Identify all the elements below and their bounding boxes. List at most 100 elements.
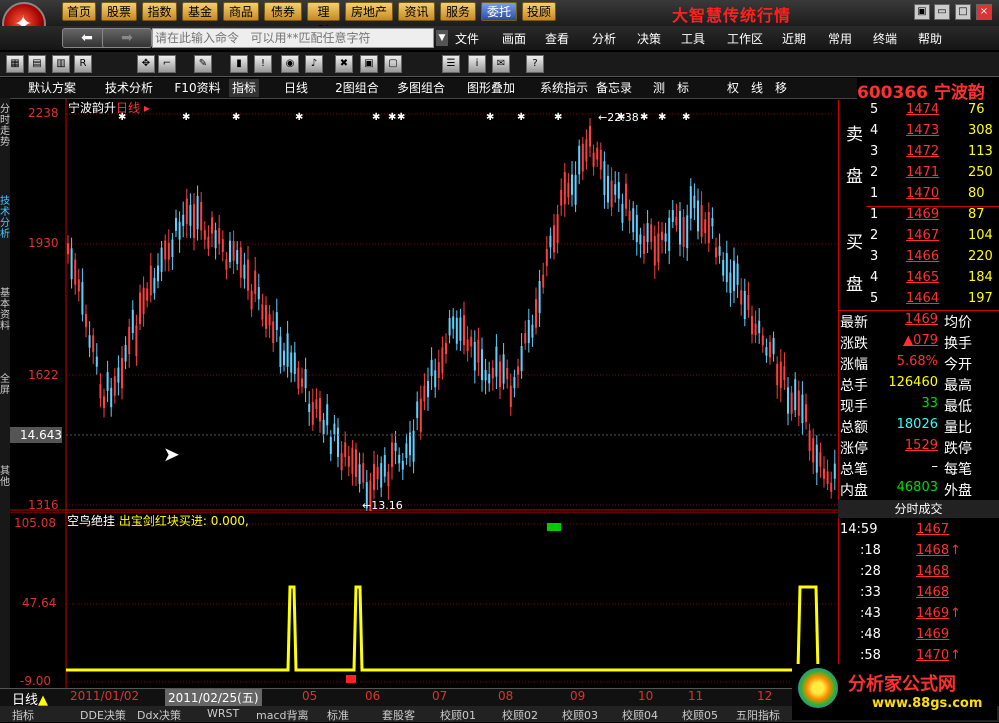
left-tab-3[interactable]: 全屏 [0,374,10,396]
candle-body [128,326,131,355]
candle-body [229,240,231,262]
candle-body [801,394,804,424]
indicator-tab-12[interactable]: 五阳指标 [736,707,780,723]
indicator-tab-9[interactable]: 校顾03 [562,707,598,723]
candle-body [142,287,145,314]
tab-12[interactable]: 权 [724,79,742,97]
tab-6[interactable]: 多图组合 [393,79,449,97]
nav-button-3[interactable]: 基金 [182,2,218,21]
candle-body [419,398,422,432]
crosshair-icon[interactable]: ✥ [137,55,155,73]
tab-3[interactable]: 指标 [229,79,259,97]
minimize-icon[interactable]: ▣ [914,4,930,20]
page-icon[interactable]: ▢ [384,55,402,73]
candle-icon[interactable]: ▥ [52,55,70,73]
indicator-tab-11[interactable]: 校顾05 [682,707,718,723]
forward-button[interactable]: ➡ [102,28,152,48]
indicator-chart[interactable] [10,512,838,688]
nav-button-2[interactable]: 指数 [142,2,177,21]
nav-button-9[interactable]: 服务 [440,2,476,21]
candlestick-chart[interactable]: ✱ ✱ ✱ ✱ ✱ ✱ ✱ ✱ ✱ ✱ ✱ ✱ ✱ ✱ [10,99,838,511]
tab-9[interactable]: 备忘录 [594,79,634,97]
nav-button-0[interactable]: 首页 [62,2,96,21]
candle-body [686,215,689,249]
maximize-icon[interactable]: □ [955,4,971,20]
menu-item-0[interactable]: 文件 [455,30,479,47]
mail-icon[interactable]: ✉ [492,55,510,73]
window-icon[interactable]: ▦ [6,55,24,73]
nav-button-7[interactable]: 房地产 [345,2,393,21]
tab-0[interactable]: 默认方案 [22,79,82,97]
menu-item-6[interactable]: 工作区 [727,30,763,47]
tab-5[interactable]: 2图组合 [331,79,383,97]
help-icon[interactable]: ? [526,55,544,73]
info-icon[interactable]: i [468,55,486,73]
tab-10[interactable]: 测 [650,79,668,97]
indicator-tab-7[interactable]: 校顾01 [440,707,476,723]
tab-4[interactable]: 日线 [276,79,316,97]
menu-item-8[interactable]: 常用 [828,30,852,47]
left-tab-4[interactable]: 其他 [0,466,10,488]
candle-body [661,231,663,241]
nav-button-5[interactable]: 债券 [264,2,302,21]
indicator-tab-5[interactable]: 标准 [327,707,349,723]
mark-icon[interactable]: ✖ [335,55,353,73]
sell-label-1: 卖 [846,125,863,145]
candle-body [711,218,714,227]
nav-button-11[interactable]: 投顾 [522,2,556,21]
tab-2[interactable]: F10资料 [170,79,225,97]
menu-item-5[interactable]: 工具 [681,30,705,47]
list-icon[interactable]: ☰ [442,55,460,73]
warning-icon[interactable]: ! [254,55,272,73]
nav-button-8[interactable]: 资讯 [398,2,435,21]
tab-13[interactable]: 线 [748,79,766,97]
nav-button-1[interactable]: 股票 [101,2,137,21]
candle-body [167,242,170,260]
draw-icon[interactable]: ✎ [194,55,212,73]
candle-body [344,442,347,457]
line-tool-icon[interactable]: ⌐ [158,55,176,73]
tab-7[interactable]: 图形叠加 [465,79,517,97]
menu-item-10[interactable]: 帮助 [918,30,942,47]
buy-price-2: 1466 [906,249,940,264]
candle-body [747,294,750,311]
menu-item-1[interactable]: 画面 [502,30,526,47]
indicator-tab-0[interactable]: 指标 [12,707,34,723]
bell-icon[interactable]: ♪ [305,55,323,73]
nav-button-6[interactable]: 理财 [307,2,340,38]
eye-icon[interactable]: ◉ [281,55,299,73]
nav-button-4[interactable]: 商品 [223,2,259,21]
menu-item-9[interactable]: 终端 [873,30,897,47]
command-dropdown-icon[interactable]: ▼ [436,30,448,46]
indicator-tab-3[interactable]: WRST [207,707,239,720]
tab-14[interactable]: 移 [772,79,790,97]
picture-icon[interactable]: ▣ [360,55,378,73]
tab-8[interactable]: 系统指示 [538,79,590,97]
indicator-tab-6[interactable]: 套股客 [382,707,415,723]
bar-icon[interactable]: ▮ [230,55,248,73]
indicator-tab-10[interactable]: 校顾04 [622,707,658,723]
close-icon[interactable]: × [976,4,992,20]
candle-body [484,370,487,381]
menu-item-3[interactable]: 分析 [592,30,616,47]
indicator-tab-1[interactable]: DDE决策 [80,707,126,723]
left-tab-1[interactable]: 技术分析 [0,196,10,240]
tab-1[interactable]: 技术分析 [100,79,158,97]
indicator-tab-4[interactable]: macd背离 [256,707,309,723]
indicator-tab-2[interactable]: Ddx决策 [137,707,181,723]
restore-icon[interactable]: ▭ [934,4,950,20]
sell-price-2: 1472 [906,144,940,159]
menu-item-2[interactable]: 查看 [545,30,569,47]
chart-icon[interactable]: ▤ [28,55,46,73]
candle-body [157,265,159,282]
indicator-tab-8[interactable]: 校顾02 [502,707,538,723]
nav-button-10[interactable]: 委托 [481,2,517,21]
rsi-icon[interactable]: R [74,55,92,73]
command-input[interactable] [152,28,434,48]
left-tab-2[interactable]: 基本资料 [0,288,10,332]
left-tab-0[interactable]: 分时走势 [0,104,10,148]
sell-level-3: 2 [870,165,879,180]
menu-item-4[interactable]: 决策 [637,30,661,47]
menu-item-7[interactable]: 近期 [782,30,806,47]
tab-11[interactable]: 标 [674,79,692,97]
